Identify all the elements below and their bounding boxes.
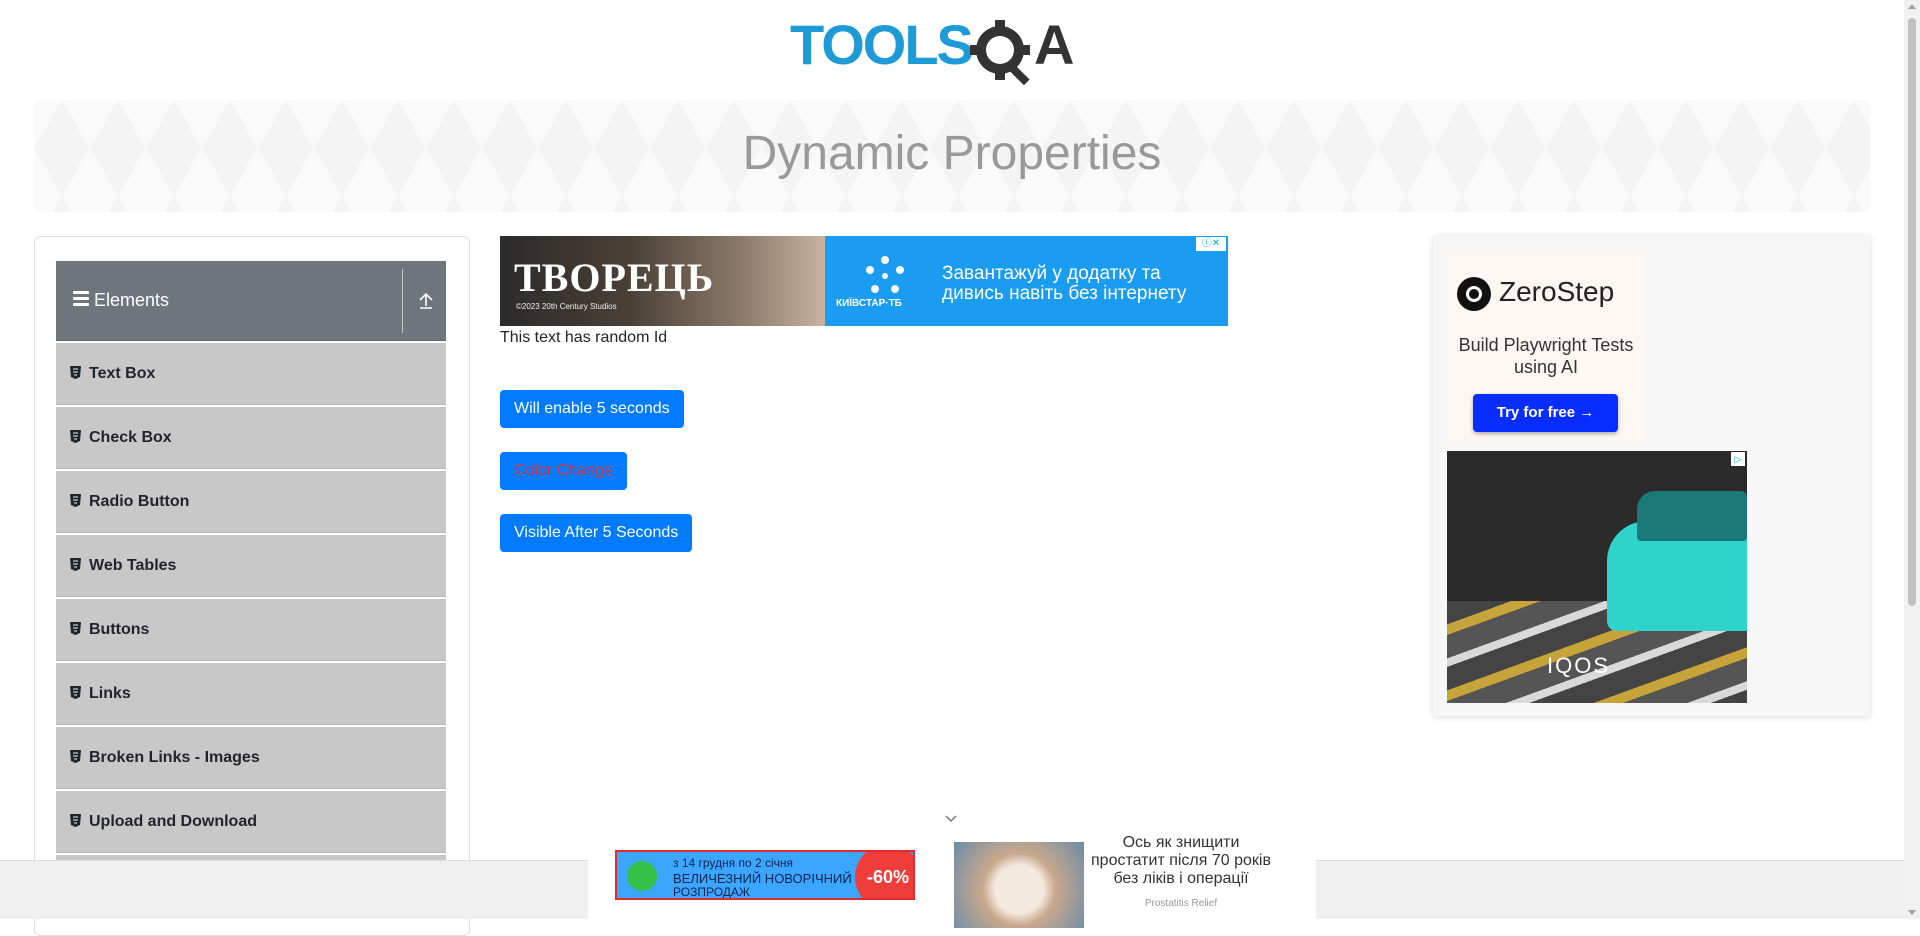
sale-discount-badge: -60% bbox=[855, 852, 913, 898]
sidebar-item-label: Check Box bbox=[89, 429, 172, 446]
right-ad-panel: ZeroStep Build Playwright Tests using AI… bbox=[1433, 236, 1870, 716]
iqos-brand: IQOS bbox=[1547, 653, 1611, 678]
sidebar-item-broken-links[interactable]: Broken Links - Images bbox=[56, 727, 446, 789]
ad-brand-label: КИЇВСТАР·ТБ bbox=[836, 298, 902, 309]
group-title: Elements bbox=[94, 290, 170, 310]
gear-magnifier-icon bbox=[970, 20, 1030, 86]
toolsqa-logo-graphic: TOOLS A bbox=[790, 13, 1074, 86]
sale-subheadline: РОЗПРОДАЖ bbox=[673, 885, 750, 899]
sidebar-item-links[interactable]: Links bbox=[56, 663, 446, 725]
logo-tools-text: TOOLS bbox=[790, 13, 973, 76]
html5-icon bbox=[70, 750, 81, 763]
sidebar-item-radio-button[interactable]: Radio Button bbox=[56, 471, 446, 533]
chevron-down-icon[interactable] bbox=[944, 812, 958, 826]
left-panel: Elements Text Box Check Box Radio Button… bbox=[34, 236, 470, 936]
html5-icon bbox=[70, 686, 81, 699]
zerostep-brand-text: ZeroStep bbox=[1499, 276, 1615, 307]
random-id-text: This text has random Id bbox=[500, 329, 668, 346]
elements-group-header[interactable]: Elements bbox=[56, 261, 446, 341]
prostatitis-ad-headline[interactable]: Ось як знищити простатит після 70 років … bbox=[1086, 834, 1276, 888]
sidebar-item-label: Web Tables bbox=[89, 557, 177, 574]
zerostep-ad[interactable]: ZeroStep Build Playwright Tests using AI… bbox=[1447, 252, 1645, 444]
try-for-free-button[interactable]: Try for free → bbox=[1473, 394, 1618, 432]
sale-headline: ВЕЛИЧЕЗНИЙ НОВОРІЧНИЙ bbox=[673, 871, 852, 886]
sale-dates: з 14 грудня по 2 січня bbox=[673, 856, 794, 870]
html5-icon bbox=[70, 494, 81, 507]
scroll-up-arrow-icon[interactable] bbox=[1908, 4, 1916, 9]
html5-icon bbox=[70, 622, 81, 635]
sidebar-item-label: Upload and Download bbox=[89, 813, 257, 830]
logo-qa-text: A bbox=[1034, 13, 1074, 76]
sidebar-item-label: Buttons bbox=[89, 621, 150, 638]
html5-icon bbox=[70, 558, 81, 571]
ad-choices-icon[interactable]: ▷ bbox=[1731, 452, 1745, 466]
visible-after-button[interactable]: Visible After 5 Seconds bbox=[500, 514, 693, 552]
zerostep-tagline: Build Playwright Tests using AI bbox=[1458, 335, 1634, 377]
sidebar-item-label: Text Box bbox=[89, 365, 156, 382]
header-divider bbox=[402, 269, 403, 333]
sidebar-item-upload-download[interactable]: Upload and Download bbox=[56, 791, 446, 853]
prostatitis-ad-source: Prostatitis Relief bbox=[1144, 898, 1218, 909]
zerostep-brand: ZeroStep bbox=[1457, 276, 1614, 311]
ad-message: Завантажуй у додатку та дивись навіть бе… bbox=[942, 263, 1187, 304]
enable-after-button[interactable]: Will enable 5 seconds bbox=[500, 390, 684, 428]
smiley-face-icon bbox=[627, 861, 657, 891]
html5-icon bbox=[70, 814, 81, 827]
ad-movie-title: ТВОРЕЦЬ bbox=[514, 255, 715, 300]
header: TOOLS A bbox=[0, 0, 1900, 100]
page-banner: Dynamic Properties bbox=[34, 100, 1870, 212]
ad-movie-studio: ©2023 20th Century Studios bbox=[516, 302, 617, 311]
sidebar-item-label: Broken Links - Images bbox=[89, 749, 260, 766]
bottom-ad[interactable]: з 14 грудня по 2 січня ВЕЛИЧЕЗНИЙ НОВОРІ… bbox=[588, 830, 1316, 928]
sidebar-item-check-box[interactable]: Check Box bbox=[56, 407, 446, 469]
toolsqa-logo[interactable]: TOOLS A bbox=[790, 12, 1120, 92]
sidebar-menu: Text Box Check Box Radio Button Web Tabl… bbox=[56, 343, 446, 919]
prostatitis-ad-image[interactable] bbox=[954, 842, 1084, 928]
top-ad-banner[interactable]: ТВОРЕЦЬ ©2023 20th Century Studios КИЇВС… bbox=[500, 236, 1228, 326]
scrollbar-thumb[interactable] bbox=[1908, 18, 1916, 606]
sidebar-item-web-tables[interactable]: Web Tables bbox=[56, 535, 446, 597]
html5-icon bbox=[70, 430, 81, 443]
color-change-button[interactable]: Color Change bbox=[500, 452, 627, 490]
zerostep-logo-icon bbox=[1457, 276, 1491, 311]
collapse-arrow-icon[interactable] bbox=[416, 291, 436, 311]
sidebar-item-text-box[interactable]: Text Box bbox=[56, 343, 446, 405]
ad-car-window bbox=[1637, 491, 1747, 541]
sidebar-item-label: Links bbox=[89, 685, 131, 702]
ad-choices-icon[interactable]: ⓘ✕ bbox=[1196, 237, 1226, 251]
sale-ad[interactable]: з 14 грудня по 2 січня ВЕЛИЧЕЗНИЙ НОВОРІ… bbox=[615, 850, 915, 900]
html5-icon bbox=[70, 366, 81, 379]
sidebar-item-buttons[interactable]: Buttons bbox=[56, 599, 446, 661]
scroll-down-arrow-icon[interactable] bbox=[1908, 910, 1916, 915]
iqos-ad[interactable]: IQOS ▷ bbox=[1447, 451, 1747, 703]
sidebar-item-label: Radio Button bbox=[89, 493, 190, 510]
page-title: Dynamic Properties bbox=[742, 127, 1162, 180]
page-scrollbar[interactable] bbox=[1904, 0, 1920, 919]
menu-icon bbox=[73, 291, 89, 306]
